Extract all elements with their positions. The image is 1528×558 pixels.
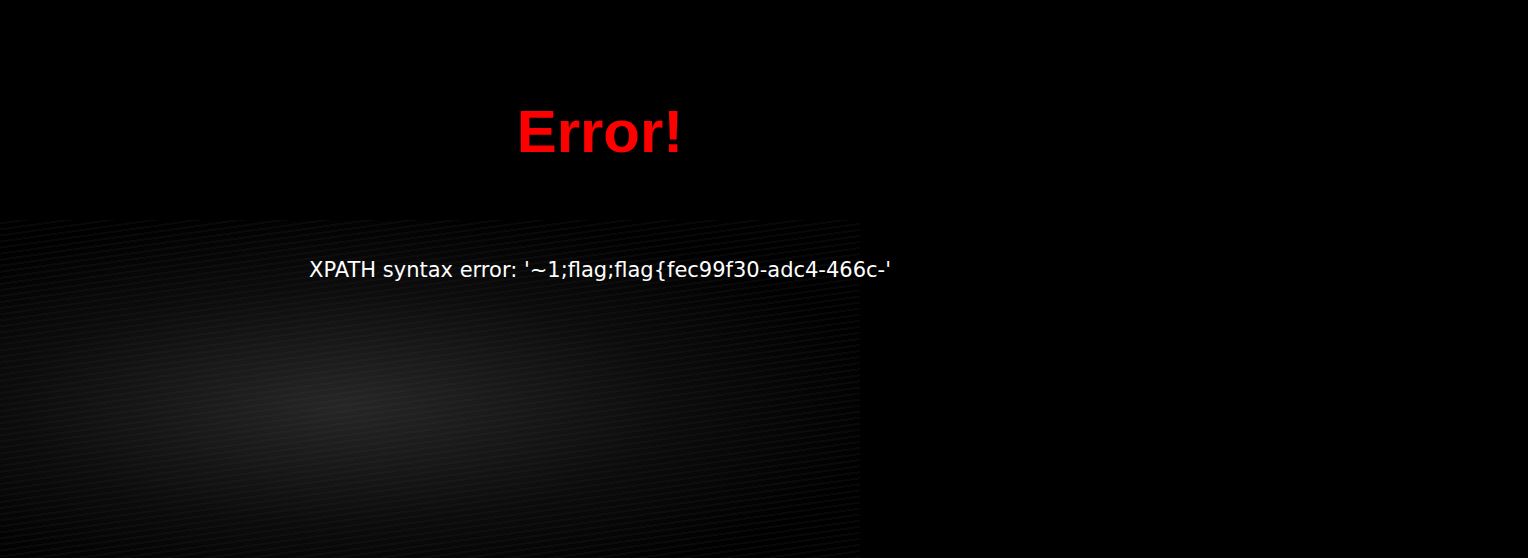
error-content: Error! XPATH syntax error: '~1;flag;flag… — [0, 0, 1200, 284]
error-title: Error! — [517, 96, 684, 168]
error-page: Error! XPATH syntax error: '~1;flag;flag… — [0, 0, 1528, 558]
error-message: XPATH syntax error: '~1;flag;flag{fec99f… — [309, 256, 891, 284]
